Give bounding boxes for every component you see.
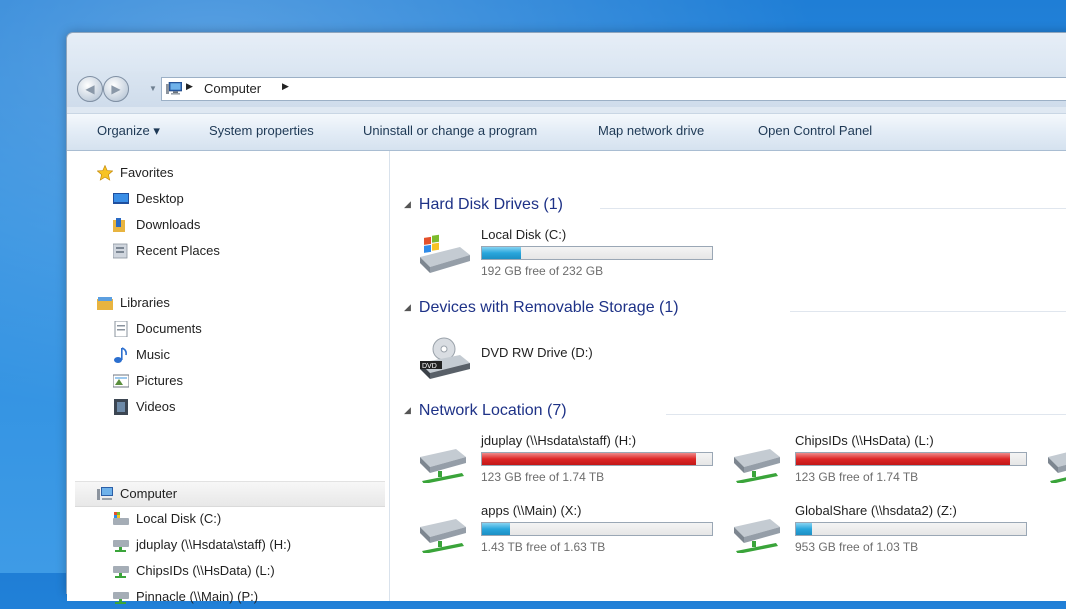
drive-network-x[interactable]: apps (\\Main) (X:) 1.43 TB free of 1.63 …: [416, 503, 716, 563]
nav-item-label: Videos: [136, 399, 176, 414]
nav-item-label: Music: [136, 347, 170, 362]
videos-icon: [114, 399, 128, 415]
drive-network-z[interactable]: GlobalShare (\\hsdata2) (Z:) 953 GB free…: [730, 503, 1030, 563]
network-drive-icon[interactable]: [1044, 439, 1066, 483]
drive-free-space: 1.43 TB free of 1.63 TB: [481, 540, 606, 554]
drive-usage-fill: [482, 453, 696, 465]
libraries-icon: [97, 297, 113, 310]
nav-item-label: Documents: [136, 321, 202, 336]
drive-name: jduplay (\\Hsdata\staff) (H:): [481, 433, 637, 448]
drive-name: apps (\\Main) (X:): [481, 503, 582, 518]
open-control-panel-button[interactable]: Open Control Panel: [758, 123, 872, 138]
breadcrumb-arrow-icon[interactable]: ▶: [186, 81, 193, 92]
forward-button[interactable]: ▶: [103, 76, 129, 102]
group-title: Devices with Removable Storage (1): [418, 299, 679, 316]
drive-usage-bar: [481, 522, 713, 536]
breadcrumb-arrow-icon[interactable]: ▶: [282, 81, 289, 92]
organize-button[interactable]: Organize ▾: [97, 123, 160, 139]
nav-computer-label: Computer: [120, 486, 178, 501]
drive-free-space: 123 GB free of 1.74 TB: [481, 470, 605, 484]
drive-network-l[interactable]: ChipsIDs (\\HsData) (L:) 123 GB free of …: [730, 433, 1030, 493]
downloads-folder-icon: [113, 218, 125, 232]
svg-text:DVD: DVD: [422, 363, 437, 370]
drive-usage-fill: [482, 523, 510, 535]
forward-arrow-icon: ▶: [111, 82, 121, 96]
system-properties-button[interactable]: System properties: [209, 123, 314, 138]
drive-usage-bar: [795, 452, 1027, 466]
drive-name: ChipsIDs (\\HsData) (L:): [795, 433, 934, 448]
dvd-drive-icon: DVD: [420, 337, 470, 379]
uninstall-program-button[interactable]: Uninstall or change a program: [363, 123, 537, 138]
network-drive-icon: [113, 540, 129, 552]
pictures-icon: [113, 374, 129, 388]
network-drive-icon: [420, 449, 466, 483]
documents-icon: [114, 321, 128, 337]
drive-name: DVD RW Drive (D:): [481, 345, 593, 360]
drive-usage-bar: [481, 452, 713, 466]
collapse-triangle-icon[interactable]: ◢: [404, 199, 411, 209]
star-icon: [97, 165, 113, 181]
title-bar[interactable]: [67, 33, 1066, 71]
nav-item-label: Pictures: [136, 373, 183, 388]
drive-free-space: 192 GB free of 232 GB: [481, 264, 604, 278]
nav-item-label: ChipsIDs (\\HsData) (L:): [136, 563, 275, 578]
desktop-icon: [113, 193, 129, 204]
network-drive-icon: [113, 592, 129, 604]
network-drive-icon: [420, 519, 466, 553]
group-network-location[interactable]: ◢ Network Location (7): [404, 402, 567, 420]
drive-usage-fill: [482, 247, 522, 259]
nav-item-label: jduplay (\\Hsdata\staff) (H:): [136, 537, 292, 552]
explorer-window: ◀ ▶ ▼ ▶ Computer ▶ Organize ▾ System pro…: [66, 32, 1066, 604]
content-pane: ◢ Hard Disk Drives (1) Local Disk (C:) 19…: [390, 151, 1066, 601]
windows-hard-disk-icon: [420, 234, 470, 273]
group-divider: [790, 311, 1066, 312]
nav-favorites-label: Favorites: [120, 165, 174, 180]
network-drive-icon: [734, 519, 780, 553]
back-arrow-icon: ◀: [85, 82, 95, 96]
address-row: ◀ ▶ ▼ ▶ Computer ▶: [67, 71, 1066, 107]
nav-item-label: Local Disk (C:): [136, 511, 222, 526]
drive-usage-fill: [796, 453, 1010, 465]
computer-icon: [97, 487, 113, 500]
nav-computer[interactable]: Computer: [75, 481, 385, 507]
drive-usage-bar: [795, 522, 1027, 536]
drive-network-h[interactable]: jduplay (\\Hsdata\staff) (H:) 123 GB fre…: [416, 433, 716, 493]
navigation-pane: Favorites Desktop Downloads Recent Place…: [67, 151, 390, 604]
nav-item-label: Pinnacle (\\Main) (P:): [136, 589, 259, 604]
group-title: Hard Disk Drives (1): [418, 196, 563, 213]
back-button[interactable]: ◀: [77, 76, 103, 102]
nav-libraries-label: Libraries: [120, 295, 170, 310]
group-removable-storage[interactable]: ◢ Devices with Removable Storage (1): [404, 299, 679, 317]
network-drive-icon: [734, 449, 780, 483]
drive-dvd-rw-d[interactable]: DVD DVD RW Drive (D:): [416, 331, 716, 391]
command-bar: Organize ▾ System properties Uninstall o…: [67, 113, 1066, 151]
group-divider: [666, 414, 1066, 415]
collapse-triangle-icon[interactable]: ◢: [404, 302, 411, 312]
recent-pages-dropdown-icon[interactable]: ▼: [149, 84, 157, 93]
drive-usage-bar: [481, 246, 713, 260]
group-divider: [600, 208, 1066, 209]
drive-local-disk-c[interactable]: Local Disk (C:) 192 GB free of 232 GB: [416, 227, 716, 287]
nav-item-label: Downloads: [136, 217, 201, 232]
drive-free-space: 953 GB free of 1.03 TB: [795, 540, 919, 554]
map-network-drive-button[interactable]: Map network drive: [598, 123, 704, 138]
recent-places-icon: [113, 243, 128, 259]
group-hard-disk-drives[interactable]: ◢ Hard Disk Drives (1): [404, 196, 563, 214]
breadcrumb-computer[interactable]: Computer: [204, 81, 261, 96]
computer-icon: [166, 82, 182, 95]
group-title: Network Location (7): [418, 402, 567, 419]
music-icon: [114, 347, 127, 363]
nav-item-label: Recent Places: [136, 243, 220, 258]
collapse-triangle-icon[interactable]: ◢: [404, 405, 411, 415]
address-bar[interactable]: ▶ Computer ▶: [161, 77, 1066, 101]
local-disk-icon: [113, 512, 129, 525]
drive-name: Local Disk (C:): [481, 227, 567, 242]
drive-free-space: 123 GB free of 1.74 TB: [795, 470, 919, 484]
drive-usage-fill: [796, 523, 813, 535]
drive-name: GlobalShare (\\hsdata2) (Z:): [795, 503, 957, 518]
network-drive-icon: [113, 566, 129, 578]
nav-item-label: Desktop: [136, 191, 184, 206]
